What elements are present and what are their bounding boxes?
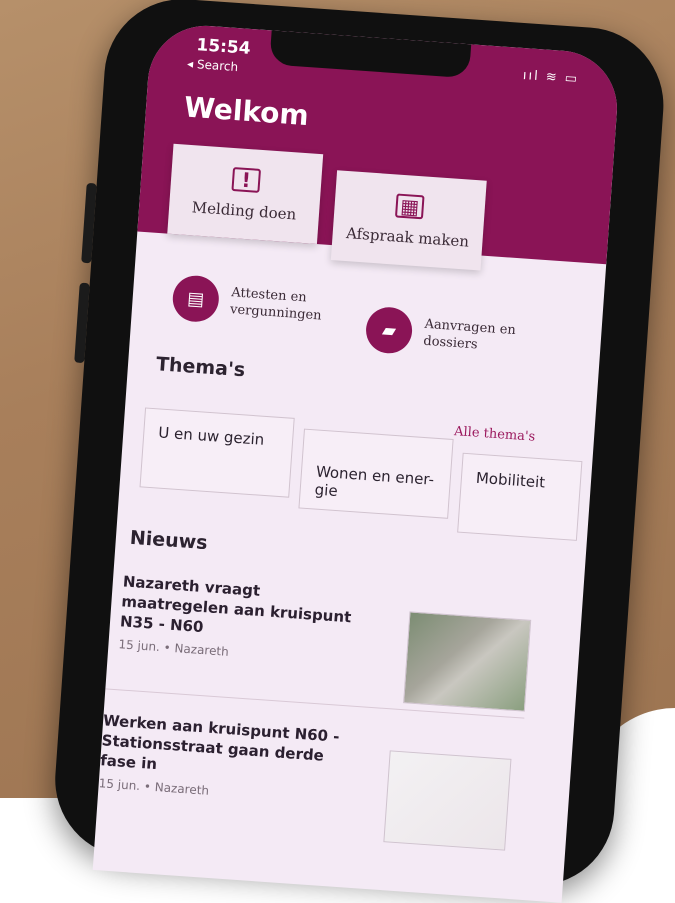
news-item-2[interactable]: Werken aan kruispunt N60 - Stationsstraa… — [98, 710, 523, 851]
theme-u-en-uw-gezin[interactable]: U en uw gezin — [139, 407, 295, 498]
theme-mobiliteit[interactable]: Mobiliteit — [457, 452, 583, 541]
calendar-icon: ▦ — [394, 193, 425, 220]
news-title: Nazareth vraagt maatregelen aan kruispun… — [119, 572, 352, 637]
news-thumbnail-map — [383, 750, 512, 851]
theme-wonen-en-energie[interactable]: Wonen en ener- gie — [298, 428, 454, 519]
aanvragen-link[interactable]: ▰ Aanvragen en dossiers — [364, 305, 517, 362]
theme-label: U en uw gezin — [157, 423, 265, 449]
all-themes-link[interactable]: Alle thema's — [454, 424, 536, 445]
speech-alert-icon: ! — [231, 167, 262, 193]
themes-heading: Thema's — [155, 353, 246, 382]
certificate-icon: ▤ — [171, 274, 221, 324]
folder-icon: ▰ — [364, 305, 414, 355]
phone-screen: 15:54 ◂ Search ııl ≋ ▭ Welkom ! Melding … — [92, 22, 621, 903]
afspraak-maken-button[interactable]: ▦ Afspraak maken — [330, 170, 487, 271]
news-heading: Nieuws — [129, 526, 209, 555]
attesten-link[interactable]: ▤ Attesten en vergunningen — [171, 274, 323, 330]
theme-label: Wonen en ener- gie — [314, 462, 435, 501]
status-time: 15:54 — [195, 35, 252, 59]
theme-label: Mobiliteit — [475, 468, 546, 492]
melding-doen-button[interactable]: ! Melding doen — [167, 143, 324, 245]
news-item-1[interactable]: Nazareth vraagt maatregelen aan kruispun… — [118, 571, 543, 712]
news-thumbnail-aerial — [403, 611, 532, 712]
melding-label: Melding doen — [191, 198, 297, 224]
news-title: Werken aan kruispunt N60 - Stationsstraa… — [99, 711, 341, 774]
afspraak-label: Afspraak maken — [345, 224, 470, 251]
